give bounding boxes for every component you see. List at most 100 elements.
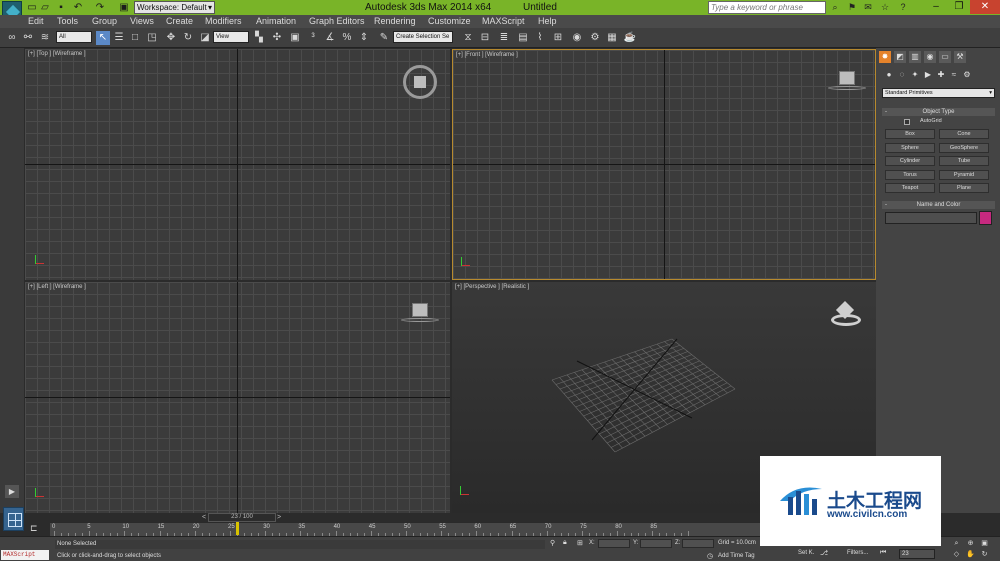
lights-icon[interactable]: ✦ [910,70,920,80]
time-tag-icon[interactable]: ◷ [707,552,713,560]
orbit-icon[interactable]: ↻ [980,550,989,559]
isolate-selection-icon[interactable]: ⚲ [550,539,555,547]
x-coordinate-field[interactable] [598,539,630,548]
display-tab-icon[interactable]: ▭ [939,51,951,63]
minimize-button[interactable]: – [925,0,947,14]
subscription-icon[interactable]: ⚑ [846,1,858,14]
reference-coordinate-dropdown[interactable]: View [213,31,249,43]
viewport-label[interactable]: [+] [Front ] [Wireframe ] [456,52,518,58]
menu-help[interactable]: Help [538,15,557,28]
viewport-front[interactable]: [+] [Front ] [Wireframe ] [452,49,876,280]
y-coordinate-field[interactable] [640,539,672,548]
project-folder-icon[interactable]: ▣ [119,2,129,13]
close-button[interactable]: ✕ [970,0,1000,14]
undo-icon[interactable]: ↶ [73,2,83,13]
render-production-icon[interactable]: ☕ [623,31,637,45]
communication-center-icon[interactable]: ✉ [862,1,874,14]
systems-icon[interactable]: ⚙ [962,70,972,80]
create-tab-icon[interactable]: ✸ [879,51,891,63]
helpers-icon[interactable]: ✚ [936,70,946,80]
menu-edit[interactable]: Edit [28,15,44,28]
link-icon[interactable]: ∞ [5,31,19,45]
maximize-button[interactable]: ❐ [948,0,970,14]
menu-create[interactable]: Create [166,15,193,28]
redo-icon[interactable]: ↷ [95,2,105,13]
mini-curve-editor-icon[interactable]: ⊏ [30,523,38,534]
cameras-icon[interactable]: ▶ [923,70,933,80]
geometry-icon[interactable]: ● [884,70,894,80]
sphere-button[interactable]: Sphere [885,143,935,153]
workspace-dropdown[interactable]: Workspace: Default ▾ [134,1,215,14]
angle-snap-icon[interactable]: ∡ [323,31,337,45]
current-frame-field[interactable]: 23 [899,549,935,559]
align-icon[interactable]: ⊟ [478,31,492,45]
selection-lock-icon[interactable]: 🔒︎ [563,539,567,547]
snaps-toggle-icon[interactable]: ³ [306,31,320,45]
autogrid-checkbox[interactable] [904,119,910,125]
menu-animation[interactable]: Animation [256,15,296,28]
shapes-icon[interactable]: ◌ [897,70,907,80]
menu-maxscript[interactable]: MAXScript [482,15,525,28]
mirror-icon[interactable]: ⧖ [461,31,475,45]
material-editor-icon[interactable]: ◉ [570,31,584,45]
viewport-label[interactable]: [+] [Top ] [Wireframe ] [28,51,86,57]
key-filters-button[interactable]: Filters... [847,550,868,556]
keyboard-shortcut-icon[interactable]: ▣ [288,31,302,45]
plane-button[interactable]: Plane [939,183,989,193]
selection-filter-dropdown[interactable]: All [56,31,92,43]
modify-tab-icon[interactable]: ◩ [894,51,906,63]
edit-named-selection-icon[interactable]: ✎ [377,31,391,45]
menu-customize[interactable]: Customize [428,15,471,28]
name-color-rollout-header[interactable]: - Name and Color [882,201,995,209]
pyramid-button[interactable]: Pyramid [939,170,989,180]
absolute-mode-icon[interactable]: ⊞ [577,539,583,547]
open-file-icon[interactable]: ▱ [40,2,50,13]
pivot-center-icon[interactable]: ▚ [252,31,266,45]
rotate-icon[interactable]: ↻ [181,31,195,45]
schematic-view-icon[interactable]: ⊞ [551,31,565,45]
search-input[interactable]: Type a keyword or phrase [708,1,826,14]
viewport-layout-button[interactable] [3,507,24,531]
track-bar[interactable]: 0 5 10 15 20 25 30 35 40 45 50 55 60 65 70 75 80 85 [50,522,762,536]
zoom-icon[interactable]: ⌕ [952,539,961,548]
viewcube-icon[interactable] [412,303,428,317]
current-frame-marker[interactable] [236,522,239,535]
z-coordinate-field[interactable] [682,539,714,548]
box-button[interactable]: Box [885,129,935,139]
add-time-tag[interactable]: Add Time Tag [718,553,755,559]
primitive-category-dropdown[interactable]: Standard Primitives ▾ [882,88,995,98]
move-icon[interactable]: ✥ [164,31,178,45]
object-type-rollout-header[interactable]: - Object Type [882,108,995,116]
rendered-frame-window-icon[interactable]: ▦ [605,31,619,45]
layer-explorer-icon[interactable]: ≣ [497,31,511,45]
search-icon[interactable]: ⌕ [829,1,841,14]
zoom-extents-icon[interactable]: ▣ [980,539,989,548]
tube-button[interactable]: Tube [939,156,989,166]
unlink-icon[interactable]: ⚯ [21,31,35,45]
window-crossing-icon[interactable]: ◳ [145,31,159,45]
object-name-field[interactable] [885,212,977,224]
save-icon[interactable]: ▪ [56,2,66,13]
render-setup-icon[interactable]: ⚙ [588,31,602,45]
menu-views[interactable]: Views [130,15,154,28]
select-by-name-icon[interactable]: ☰ [112,31,126,45]
pan-icon[interactable]: ✋ [966,550,975,559]
viewport-left[interactable]: [+] [Left ] [Wireframe ] [25,282,450,513]
bind-space-warp-icon[interactable]: ≋ [38,31,52,45]
viewport-label[interactable]: [+] [Left ] [Wireframe ] [28,284,86,290]
scale-icon[interactable]: ◪ [198,31,212,45]
percent-snap-icon[interactable]: % [340,31,354,45]
torus-button[interactable]: Torus [885,170,935,180]
toggle-ribbon-icon[interactable]: ▤ [516,31,530,45]
time-slider-prev[interactable]: < [202,514,206,521]
menu-graph-editors[interactable]: Graph Editors [309,15,365,28]
select-object-icon[interactable]: ↖ [96,31,110,45]
viewcube-icon[interactable] [403,65,437,99]
go-to-start-icon[interactable]: ⏮ [880,549,886,557]
geosphere-button[interactable]: GeoSphere [939,143,989,153]
motion-tab-icon[interactable]: ◉ [924,51,936,63]
new-file-icon[interactable]: ▭ [27,2,37,13]
play-icon[interactable]: ▶ [5,485,19,498]
time-slider[interactable]: 23 / 100 [208,513,276,522]
object-color-swatch[interactable] [979,211,992,225]
